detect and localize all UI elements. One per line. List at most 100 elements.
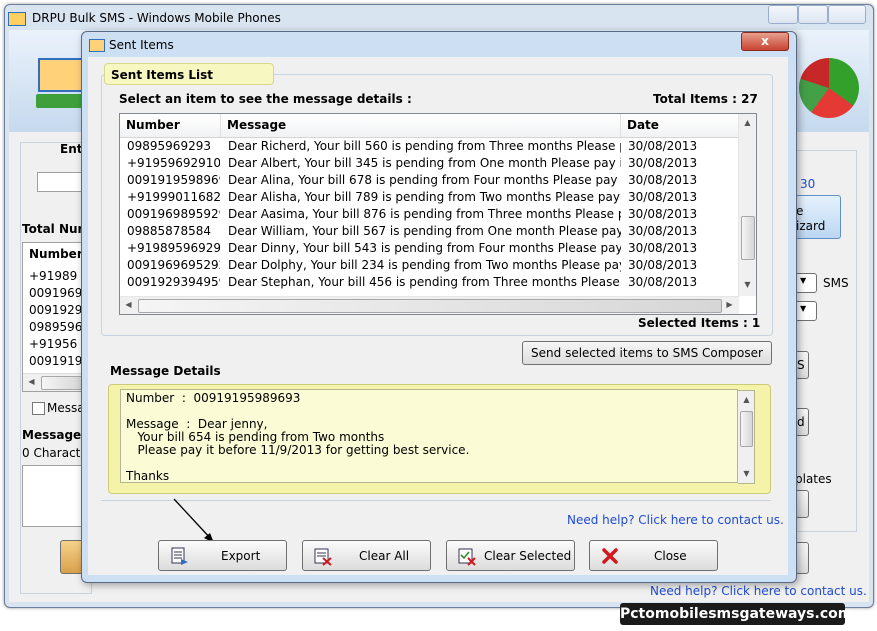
enter-label: Ent: [60, 142, 83, 156]
clear-all-icon: [314, 548, 332, 566]
table-body: 09895969293 Dear Richerd, Your bill 560 i…: [120, 138, 740, 291]
instruction-text: Select an item to see the message detail…: [119, 92, 412, 106]
cell-number: 00919696952929: [127, 258, 220, 272]
cell-date: 30/08/2013: [628, 258, 698, 272]
cell-number: 00919698959292: [127, 207, 220, 221]
cell-message: Dear Richerd, Your bill 560 is pending f…: [228, 139, 621, 153]
close-x-icon: [602, 548, 618, 564]
clear-selected-button[interactable]: Clear Selected: [446, 540, 575, 571]
right-s-button-label: S: [797, 358, 805, 372]
wizard-button-label-top: e: [796, 204, 804, 218]
dialog-title-bar: Sent Items: [87, 36, 687, 54]
scroll-right-icon[interactable]: ▶: [721, 300, 738, 309]
list-item[interactable]: +91989: [29, 269, 77, 283]
right-d-button-label: d: [797, 415, 805, 429]
envelope-logo-icon: [38, 58, 84, 92]
table-row[interactable]: 00919293949596 Dear Stephan, Your bill 45…: [120, 274, 740, 291]
message-textarea[interactable]: [22, 465, 84, 527]
sms-label: SMS: [823, 276, 849, 290]
clear-all-button[interactable]: Clear All: [302, 540, 431, 571]
right-d-button[interactable]: d: [795, 408, 809, 436]
table-row[interactable]: +919990116823 Dear Alisha, Your bill 789 …: [120, 189, 740, 206]
column-header-number[interactable]: Number: [120, 114, 221, 137]
scroll-left-icon[interactable]: ◀: [23, 377, 40, 386]
cell-message: Dear Aasima, Your bill 876 is pending fr…: [228, 207, 621, 221]
column-header-message[interactable]: Message: [221, 114, 621, 137]
cell-message: Dear Albert, Your bill 345 is pending fr…: [228, 156, 621, 170]
export-icon: [171, 547, 188, 565]
sms-dropdown[interactable]: ▼: [795, 273, 817, 293]
close-button-label: Close: [654, 549, 687, 563]
cell-date: 30/08/2013: [628, 139, 698, 153]
count-right: 30: [800, 177, 816, 191]
cell-date: 30/08/2013: [628, 207, 698, 221]
dialog-help-link[interactable]: Need help? Click here to contact us.: [567, 513, 784, 527]
minimize-button[interactable]: [768, 5, 798, 24]
send-to-composer-button[interactable]: Send selected items to SMS Composer: [522, 341, 772, 365]
details-vscrollbar[interactable]: ▲ ▼: [738, 390, 755, 484]
dialog-close-button[interactable]: x: [741, 32, 789, 51]
table-row[interactable]: 00919696952929 Dear Dolphy, Your bill 234…: [120, 257, 740, 274]
scroll-thumb[interactable]: [741, 216, 755, 260]
right-s-button[interactable]: S: [795, 351, 809, 379]
scroll-thumb[interactable]: [740, 411, 753, 447]
table-vscrollbar[interactable]: ▲ ▼: [738, 114, 756, 296]
cell-message: Dear Alina, Your bill 678 is pending fro…: [228, 173, 621, 187]
sent-items-table[interactable]: Number Message Date 09895969293 Dear Rich…: [119, 113, 757, 315]
templates-label: plates: [795, 472, 832, 486]
cell-date: 30/08/2013: [628, 173, 698, 187]
templates-button[interactable]: [795, 490, 809, 518]
cell-number: +919990116823: [127, 190, 220, 204]
cell-date: 30/08/2013: [628, 275, 698, 289]
cell-number: +919895969293: [127, 241, 220, 255]
app-icon: [8, 12, 26, 26]
scroll-down-icon[interactable]: ▼: [739, 280, 756, 289]
second-dropdown[interactable]: ▼: [795, 301, 817, 321]
table-header: Number Message Date: [120, 114, 740, 138]
cell-message: Dear Stephan, Your bill 456 is pending f…: [228, 275, 621, 289]
close-button[interactable]: Close: [589, 540, 718, 571]
dialog-icon: [89, 39, 105, 52]
close-window-button[interactable]: [828, 5, 866, 24]
message-details-text[interactable]: Number : 00919195989693 Message : Dear j…: [120, 389, 738, 483]
numbers-list-hscrollbar[interactable]: ◀: [23, 373, 87, 391]
message-checkbox[interactable]: [32, 402, 45, 415]
table-row[interactable]: +919895969293 Dear Dinny, Your bill 543 i…: [120, 240, 740, 257]
watermark: Pctomobilesmsgateways.com: [620, 603, 852, 625]
table-row[interactable]: 09885878584 Dear William, Your bill 567 i…: [120, 223, 740, 240]
main-title-bar: DRPU Bulk SMS - Windows Mobile Phones: [8, 8, 708, 28]
scroll-down-icon[interactable]: ▼: [738, 469, 755, 478]
export-button[interactable]: Export: [158, 540, 287, 571]
cell-date: 30/08/2013: [628, 156, 698, 170]
scroll-thumb[interactable]: [138, 299, 722, 313]
clear-selected-icon: [458, 548, 476, 566]
table-row[interactable]: 09895969293 Dear Richerd, Your bill 560 i…: [120, 138, 740, 155]
cell-date: 30/08/2013: [628, 190, 698, 204]
total-items: Total Items : 27: [653, 92, 758, 106]
numbers-list[interactable]: Number +91989 00919696 00919293 09895969…: [22, 242, 90, 392]
scroll-thumb[interactable]: [41, 376, 83, 390]
wizard-button[interactable]: e izard: [795, 195, 841, 239]
main-window-title: DRPU Bulk SMS - Windows Mobile Phones: [32, 11, 281, 25]
chevron-down-icon: ▼: [800, 304, 807, 313]
chevron-down-icon: ▼: [800, 276, 807, 285]
message-checkbox-label: Messa: [47, 401, 85, 415]
cell-number: +919596929106: [127, 156, 220, 170]
scroll-up-icon[interactable]: ▲: [738, 395, 755, 404]
table-row[interactable]: 00919195989693 Dear Alina, Your bill 678 …: [120, 172, 740, 189]
main-help-link[interactable]: Need help? Click here to contact us.: [650, 584, 867, 598]
selected-items: Selected Items : 1: [638, 316, 761, 330]
numbers-list-header: Number: [29, 247, 83, 261]
cell-date: 30/08/2013: [628, 224, 698, 238]
scroll-up-icon[interactable]: ▲: [739, 118, 756, 127]
column-header-date[interactable]: Date: [621, 114, 740, 137]
table-hscrollbar[interactable]: ◀ ▶: [120, 296, 739, 314]
scroll-left-icon[interactable]: ◀: [120, 300, 137, 309]
green-arrow-icon: [36, 94, 84, 108]
right-bottom-button[interactable]: [795, 542, 809, 574]
list-item[interactable]: +91956: [29, 337, 77, 351]
maximize-button[interactable]: [798, 5, 828, 24]
sent-items-list-header: Sent Items List: [104, 63, 274, 85]
table-row[interactable]: +919596929106 Dear Albert, Your bill 345 …: [120, 155, 740, 172]
table-row[interactable]: 00919698959292 Dear Aasima, Your bill 876…: [120, 206, 740, 223]
